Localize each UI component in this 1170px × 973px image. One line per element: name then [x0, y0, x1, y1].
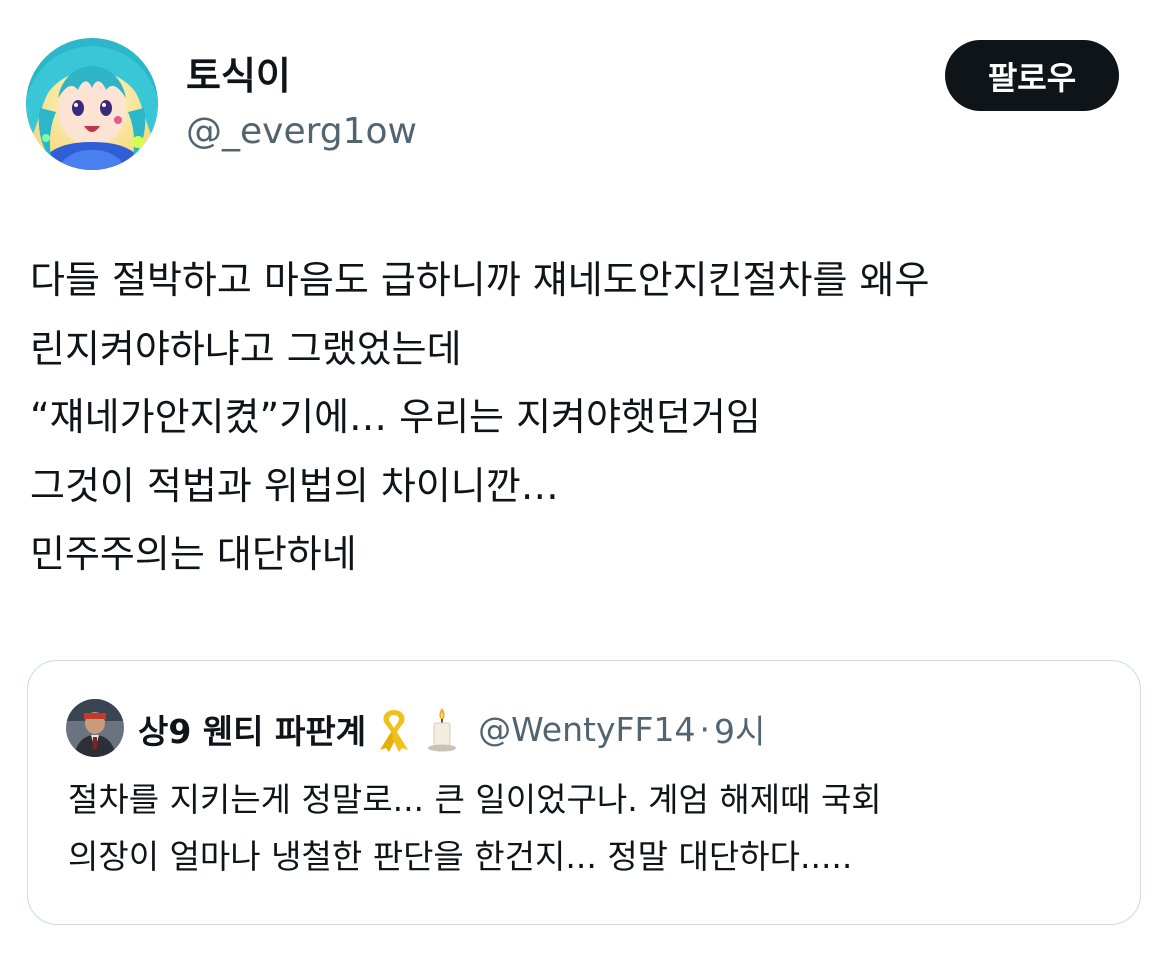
- quote-line: 의장이 얼마나 냉철한 판단을 한건지... 정말 대단하다.....: [68, 837, 853, 876]
- author-avatar[interactable]: [26, 38, 158, 170]
- anime-character-avatar-icon: [26, 38, 158, 170]
- tweet-line: 린지켜야하냐고 그랬었는데: [30, 326, 462, 371]
- quote-timestamp[interactable]: 9시: [714, 705, 765, 753]
- quote-author-avatar[interactable]: [66, 699, 124, 757]
- quoted-tweet-card[interactable]: 상9 웬티 파판계 @WentyFF14 · 9시 절차를 지키는게 정말로..…: [27, 660, 1141, 925]
- tweet-text: 다들 절박하고 마음도 급하니까 쟤네도안지킨절차를 왜우 린지켜야하냐고 그랬…: [30, 246, 1155, 589]
- person-avatar-icon: [66, 699, 124, 757]
- author-display-name[interactable]: 토식이: [186, 50, 291, 102]
- tweet-line: 그것이 적법과 위법의 차이니깐…: [30, 463, 559, 508]
- tweet-line: “쟤네가안지켰”기에… 우리는 지켜야햇던거임: [30, 395, 761, 439]
- candle-icon: [422, 706, 462, 752]
- quote-author-display-name[interactable]: 상9 웬티 파판계: [138, 705, 366, 753]
- tweet-line: 민주주의는 대단하네: [30, 532, 357, 576]
- quote-text: 절차를 지키는게 정말로... 큰 일이었구나. 계엄 해제때 국회 의장이 얼…: [68, 771, 882, 885]
- quote-separator: ·: [699, 709, 710, 749]
- follow-button[interactable]: 팔로우: [945, 40, 1119, 111]
- quote-line: 절차를 지키는게 정말로... 큰 일이었구나. 계엄 해제때 국회: [68, 780, 882, 819]
- tweet-line: 다들 절박하고 마음도 급하니까 쟤네도안지킨절차를 왜우: [30, 258, 930, 302]
- author-handle[interactable]: @_everg1ow: [186, 106, 417, 158]
- quote-header: 상9 웬티 파판계 @WentyFF14 · 9시: [138, 705, 765, 753]
- yellow-ribbon-icon: [374, 706, 414, 752]
- quote-author-handle[interactable]: @WentyFF14: [478, 710, 695, 749]
